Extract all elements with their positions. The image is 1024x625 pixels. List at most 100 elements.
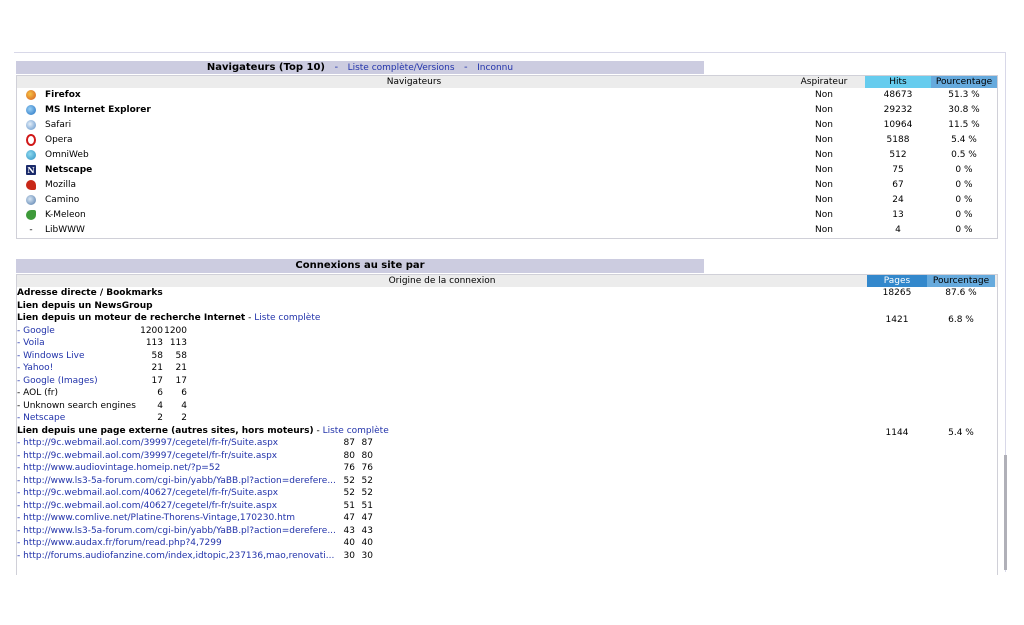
browser-name: LibWWW	[45, 225, 85, 235]
browser-hits: 10964	[883, 120, 913, 130]
search-engine-label: Lien depuis un moteur de recherche Inter…	[17, 313, 246, 323]
browser-aspirateur: Non	[815, 135, 833, 145]
browser-name: MS Internet Explorer	[45, 105, 151, 115]
browser-aspirateur: Non	[815, 120, 833, 130]
external-url-link[interactable]: - http://www.ls3-5a-forum.com/cgi-bin/ya…	[17, 475, 335, 488]
external-link-item: - http://www.ls3-5a-forum.com/cgi-bin/ya…	[17, 525, 867, 538]
percentage-column-header: Pourcentage	[931, 76, 997, 88]
browser-row: Firefox Non 48673 51.3 %	[17, 88, 997, 103]
browsers-title: Navigateurs (Top 10)	[206, 62, 325, 73]
browser-row: OmniWeb Non 512 0.5 %	[17, 148, 997, 163]
external-pages: 76	[343, 463, 355, 473]
browser-row: - LibWWW Non 4 0 %	[17, 223, 997, 238]
browser-percentage: 0 %	[955, 165, 973, 175]
search-engine-hits: 2	[181, 413, 187, 423]
external-page-cell: Lien depuis une page externe (autres sit…	[17, 425, 867, 563]
external-hits: 43	[361, 525, 373, 536]
newsgroup-row: Lien depuis un NewsGroup	[17, 300, 997, 313]
browser-percentage: 0.5 %	[951, 150, 977, 160]
omniweb-icon	[17, 148, 45, 163]
browser-aspirateur: Non	[815, 210, 833, 220]
connexions-table: Origine de la connexion Pages Pourcentag…	[16, 274, 998, 575]
connexions-title: Connexions au site par	[295, 260, 425, 271]
search-engine-pages: 113	[145, 338, 163, 348]
full-list-versions-link[interactable]: Liste complète/Versions	[348, 63, 455, 73]
search-engine-item: - AOL (fr) 6 6	[17, 387, 867, 400]
label-separator: -	[248, 313, 252, 323]
browser-aspirateur: Non	[815, 90, 833, 100]
browser-percentage: 0 %	[955, 210, 973, 220]
external-pages: 40	[343, 538, 355, 548]
direct-row: Adresse directe / Bookmarks 18265 87.6 %	[17, 287, 997, 300]
external-url-link[interactable]: - http://forums.audiofanzine.com/index,i…	[17, 550, 335, 563]
search-engine-item: - Yahoo! 21 21	[17, 362, 867, 375]
search-engine-cell: Lien depuis un moteur de recherche Inter…	[17, 312, 867, 425]
browser-name: Mozilla	[45, 180, 77, 190]
external-hits: 76	[361, 463, 373, 473]
external-hits: 80	[361, 450, 373, 461]
browser-name: Netscape	[45, 165, 93, 175]
search-engine-item: - Google (Images) 17 17	[17, 375, 867, 388]
browser-percentage: 5.4 %	[951, 135, 977, 145]
browser-name: Safari	[45, 120, 72, 130]
search-engine-list: - Google 1200 1200- Voila 113 113- Windows L…	[17, 325, 867, 425]
browser-name: K-Meleon	[45, 210, 86, 220]
browser-hits: 67	[892, 180, 904, 190]
external-url-link[interactable]: - http://9c.webmail.aol.com/39997/cegete…	[17, 437, 335, 450]
search-engine-pages: 6	[157, 388, 163, 398]
unknown-link[interactable]: Inconnu	[477, 63, 513, 73]
search-engine-pages: 17	[151, 375, 163, 386]
external-url-link[interactable]: - http://www.audiovintage.homeip.net/?p=…	[17, 462, 335, 475]
external-url-link[interactable]: - http://www.audax.fr/forum/read.php?4,7…	[17, 537, 335, 550]
search-engine-item: - Windows Live 58 58	[17, 350, 867, 363]
external-pages: 47	[343, 513, 355, 523]
search-engine-hits: 1200	[164, 325, 187, 336]
browser-row: Camino Non 24 0 %	[17, 193, 997, 208]
title-separator: -	[464, 62, 468, 73]
external-url-link[interactable]: - http://www.comlive.net/Platine-Thorens…	[17, 512, 335, 525]
browser-percentage: 0 %	[955, 180, 973, 190]
browser-hits: 48673	[883, 90, 913, 100]
search-engine-name[interactable]: - Voila	[17, 337, 139, 350]
browser-row: MS Internet Explorer Non 29232 30.8 %	[17, 103, 997, 118]
external-full-list-link[interactable]: Liste complète	[323, 426, 389, 436]
search-engine-hits: 4	[181, 400, 187, 411]
external-url-link[interactable]: - http://9c.webmail.aol.com/39997/cegete…	[17, 450, 335, 463]
browser-percentage: 0 %	[955, 225, 973, 235]
external-pages: 87	[343, 438, 355, 448]
search-engine-item: - Google 1200 1200	[17, 325, 867, 338]
external-page-list: - http://9c.webmail.aol.com/39997/cegete…	[17, 437, 867, 562]
external-pages: 51	[343, 500, 355, 511]
browser-aspirateur: Non	[815, 180, 833, 190]
search-engine-name[interactable]: - Netscape	[17, 412, 139, 425]
direct-percentage: 87.6 %	[945, 288, 977, 298]
search-engine-name[interactable]: - Yahoo!	[17, 362, 139, 375]
external-url-link[interactable]: - http://www.ls3-5a-forum.com/cgi-bin/ya…	[17, 525, 335, 538]
search-engine-pages: 58	[151, 350, 163, 361]
external-hits: 47	[361, 513, 373, 523]
external-hits: 52	[361, 488, 373, 498]
browser-name: Opera	[45, 135, 73, 145]
browser-hits: 5188	[886, 135, 910, 145]
browser-hits: 24	[892, 195, 904, 205]
search-engine-row: Lien depuis un moteur de recherche Inter…	[17, 312, 997, 425]
search-full-list-link[interactable]: Liste complète	[254, 313, 320, 323]
external-url-link[interactable]: - http://9c.webmail.aol.com/40627/cegete…	[17, 500, 335, 513]
search-engine-name[interactable]: - Google (Images)	[17, 375, 139, 388]
search-engine-name[interactable]: - Google	[17, 325, 139, 338]
title-separator: -	[334, 62, 339, 73]
browser-hits: 13	[892, 210, 904, 220]
external-link-item: - http://www.ls3-5a-forum.com/cgi-bin/ya…	[17, 475, 867, 488]
external-url-link[interactable]: - http://9c.webmail.aol.com/40627/cegete…	[17, 487, 335, 500]
browser-hits: 75	[892, 165, 904, 175]
external-pages: 1144	[885, 427, 909, 438]
browser-row: Mozilla Non 67 0 %	[17, 178, 997, 193]
external-pages: 52	[343, 488, 355, 498]
external-link-item: - http://9c.webmail.aol.com/39997/cegete…	[17, 437, 867, 450]
dash-icon: -	[29, 225, 33, 235]
scrollbar-thumb[interactable]	[1004, 455, 1007, 570]
search-engine-name[interactable]: - Windows Live	[17, 350, 139, 363]
browsers-column-header: Navigateurs	[386, 77, 442, 87]
search-engine-name: - Unknown search engines	[17, 400, 136, 411]
external-link-item: - http://9c.webmail.aol.com/39997/cegete…	[17, 450, 867, 463]
